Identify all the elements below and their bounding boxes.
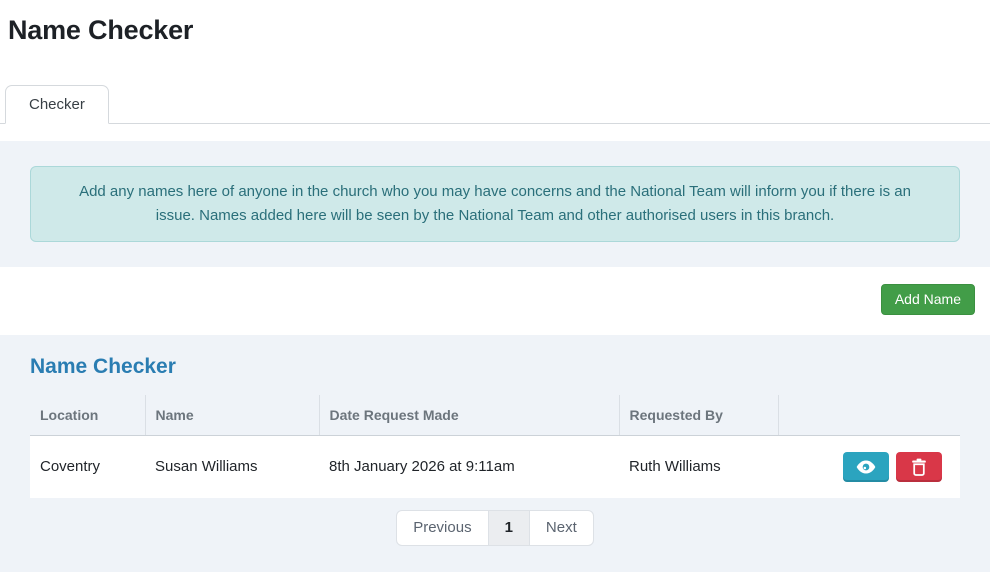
- pagination-previous-button[interactable]: Previous: [396, 510, 489, 546]
- cell-requested-by: Ruth Williams: [619, 435, 778, 498]
- eye-icon: [856, 459, 876, 475]
- column-header-requested-by: Requested By: [618, 395, 778, 436]
- pagination-page-1-button[interactable]: 1: [487, 510, 530, 546]
- tab-bar: Checker: [0, 85, 990, 124]
- pagination: Previous 1 Next: [30, 510, 960, 546]
- trash-icon: [911, 458, 927, 476]
- info-alert: Add any names here of anyone in the chur…: [30, 166, 960, 242]
- cell-location: Coventry: [30, 435, 145, 498]
- column-header-actions: [777, 395, 960, 436]
- pagination-next-button[interactable]: Next: [528, 510, 594, 546]
- notice-section: Add any names here of anyone in the chur…: [0, 141, 990, 267]
- table-header-row: Location Name Date Request Made Requeste…: [30, 395, 960, 436]
- delete-button[interactable]: [896, 452, 942, 482]
- tab-checker[interactable]: Checker: [5, 85, 109, 124]
- column-header-name: Name: [144, 395, 319, 436]
- table-row: Coventry Susan Williams 8th January 2026…: [30, 435, 960, 498]
- cell-date-request-made: 8th January 2026 at 9:11am: [319, 435, 619, 498]
- add-name-button[interactable]: Add Name: [880, 284, 975, 315]
- name-checker-table: Location Name Date Request Made Requeste…: [30, 395, 960, 498]
- cell-actions: [778, 435, 960, 498]
- name-checker-card: Name Checker Location Name Date Request …: [0, 335, 990, 572]
- cell-name: Susan Williams: [145, 435, 319, 498]
- view-button[interactable]: [842, 452, 889, 482]
- column-header-date-request-made: Date Request Made: [318, 395, 619, 436]
- card-title: Name Checker: [30, 355, 176, 378]
- toolbar: Add Name: [0, 267, 990, 335]
- page-title: Name Checker: [8, 15, 194, 45]
- column-header-location: Location: [30, 395, 145, 436]
